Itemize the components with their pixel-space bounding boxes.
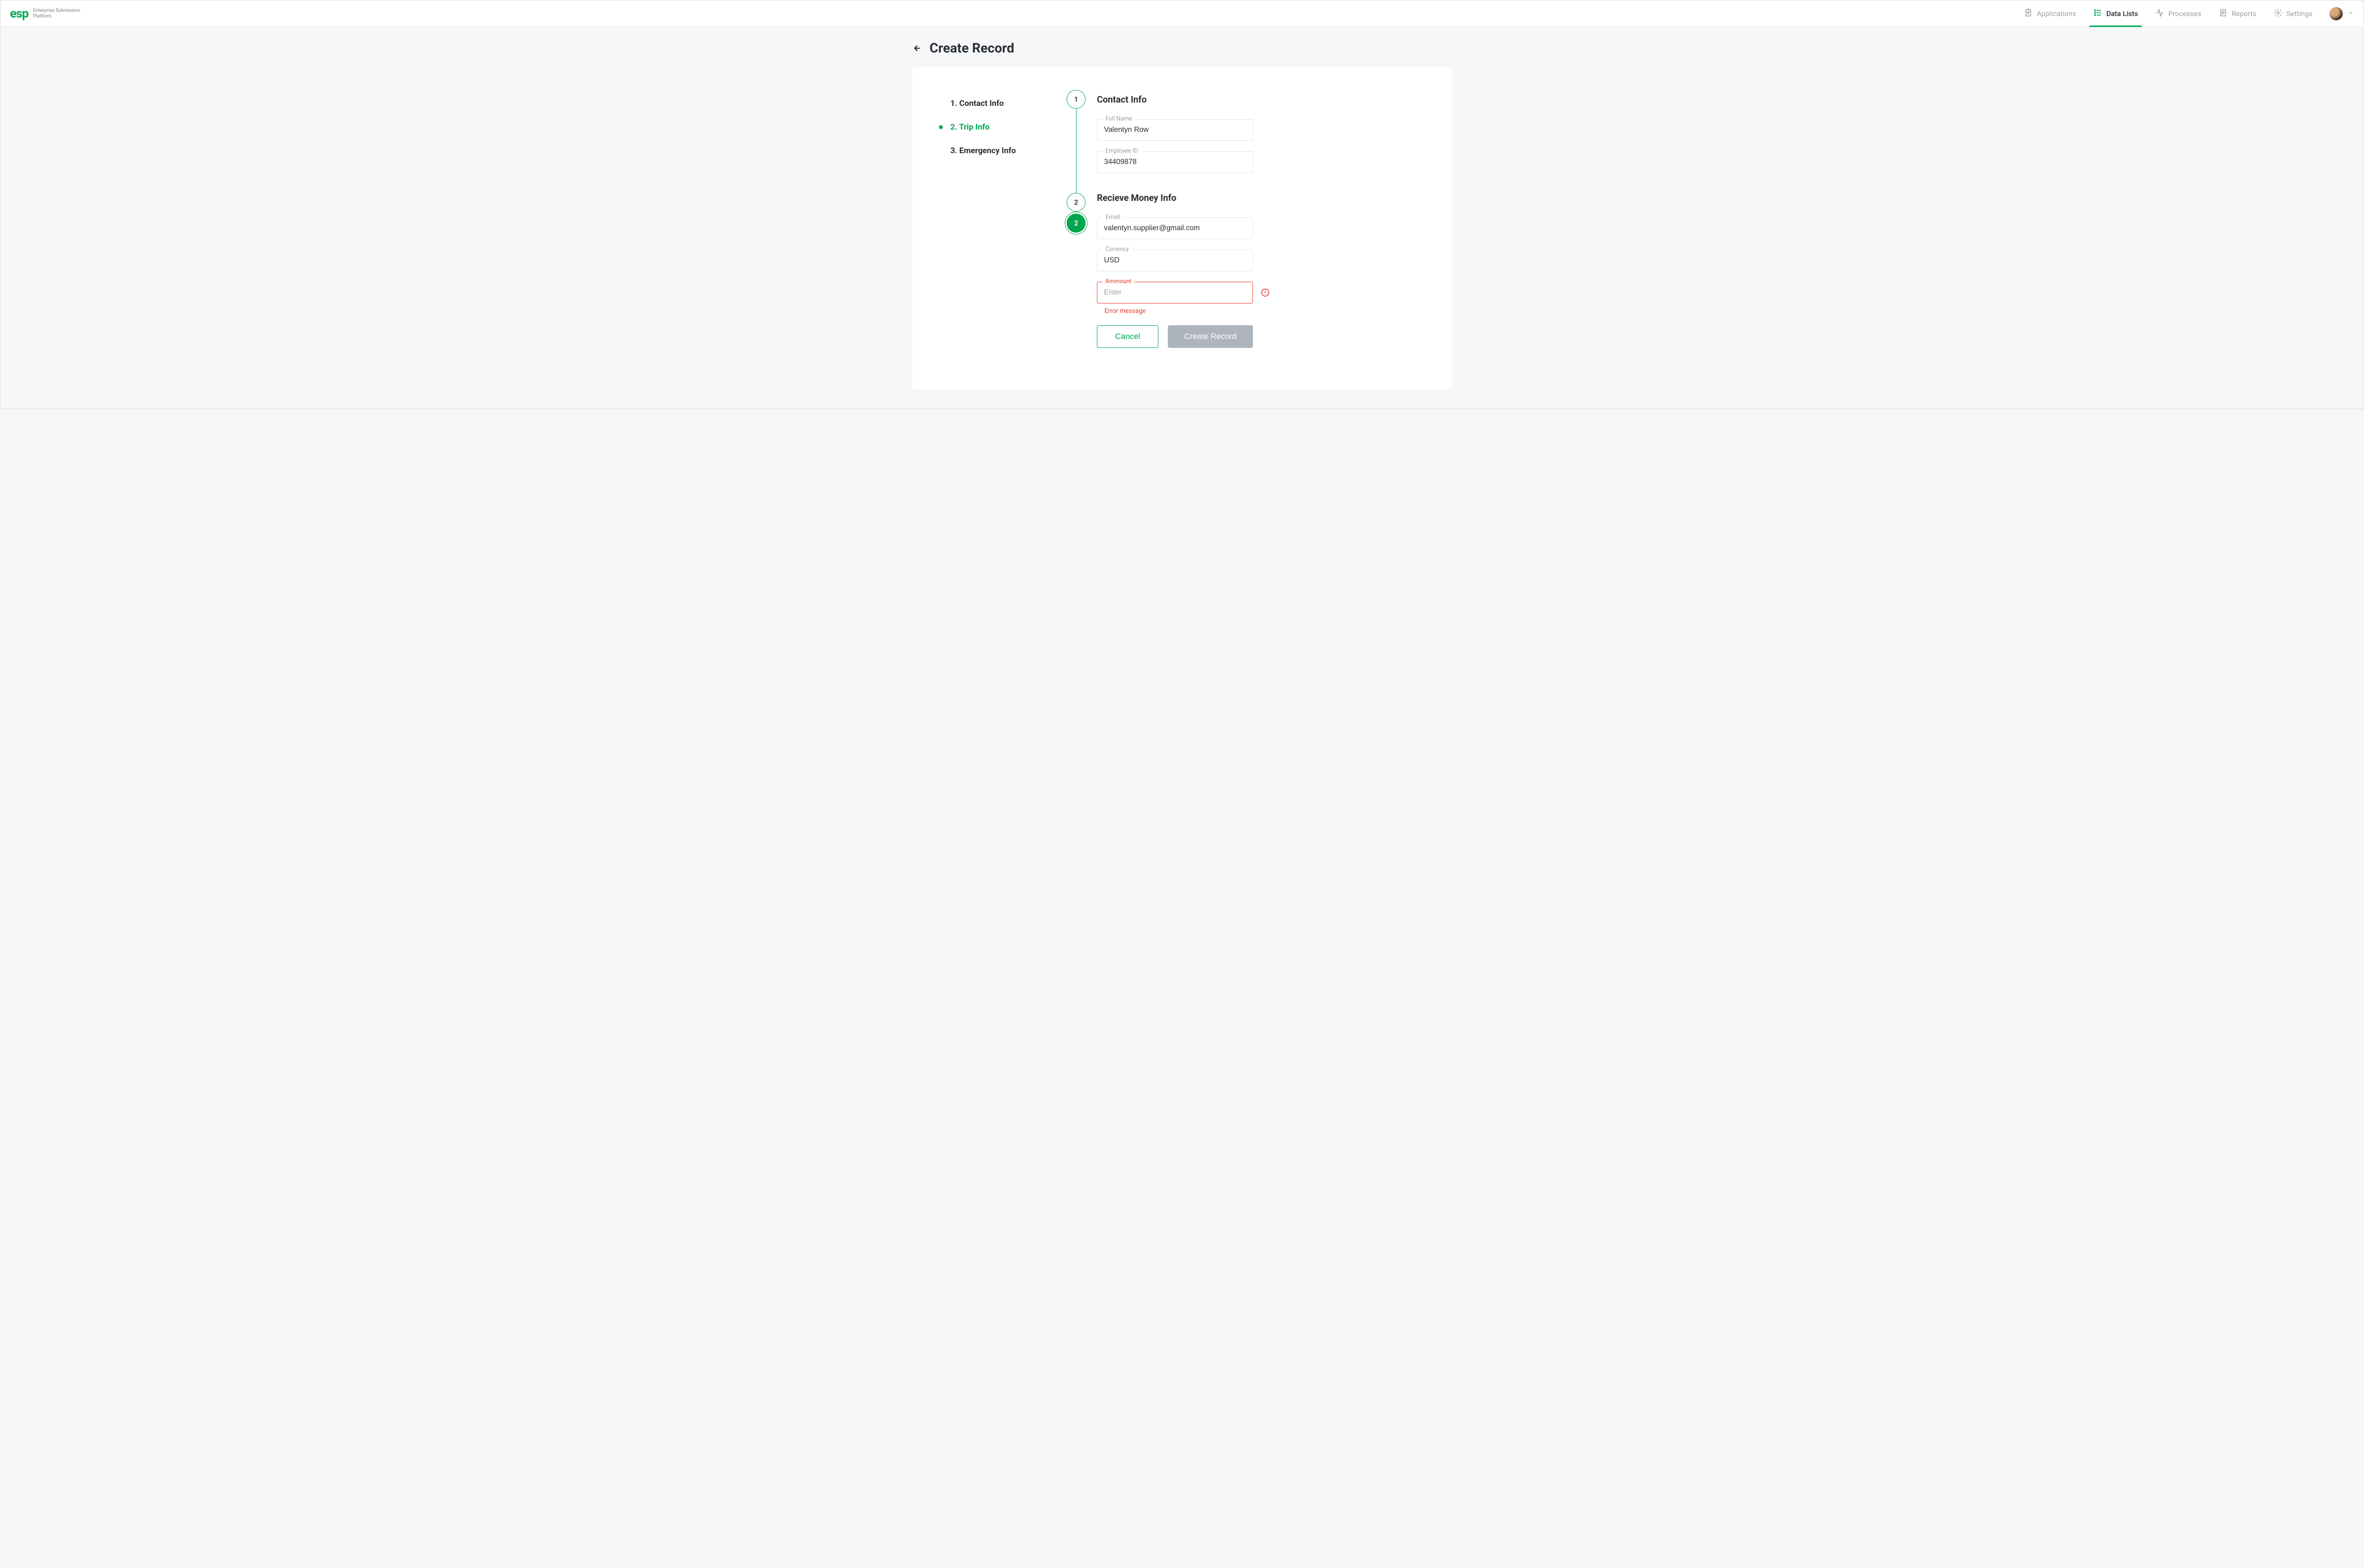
- nav-item-settings[interactable]: Settings: [2265, 0, 2321, 27]
- nav-item-data-lists[interactable]: Data Lists: [2085, 0, 2147, 27]
- field-label: Ammount: [1103, 278, 1134, 285]
- field-email: Email: [1097, 217, 1253, 239]
- nav-item-applications[interactable]: Applications: [2015, 0, 2085, 27]
- field-amount: Ammount Error message: [1097, 282, 1253, 315]
- list-icon: [2093, 8, 2103, 19]
- field-employee-id: Employee ID: [1097, 151, 1253, 173]
- back-arrow-icon[interactable]: [913, 43, 923, 53]
- create-record-button[interactable]: Create Record: [1168, 325, 1253, 348]
- clipboard-icon: [2024, 8, 2033, 19]
- avatar: [2329, 7, 2343, 20]
- step-marker-1: 1: [1067, 90, 1086, 109]
- brand-logo: esp: [10, 7, 28, 21]
- section-receive-money-info: Recieve Money Info Email Currency Ammoun…: [1097, 188, 1253, 348]
- error-message: Error message: [1097, 307, 1253, 315]
- nav-item-processes[interactable]: Processes: [2147, 0, 2210, 27]
- side-step-contact-info[interactable]: 1. Contact Info: [939, 92, 1062, 115]
- nav-item-reports[interactable]: Reports: [2210, 0, 2265, 27]
- field-label: Employee ID: [1103, 147, 1141, 155]
- error-info-icon: [1260, 288, 1270, 297]
- gear-icon: [2273, 8, 2283, 19]
- field-label: Email: [1103, 214, 1123, 221]
- timeline: 1 2 2: [1067, 90, 1086, 363]
- form-actions: Cancel Create Record: [1097, 325, 1253, 348]
- step-marker-2: 2: [1067, 193, 1086, 212]
- activity-icon: [2155, 8, 2164, 19]
- side-steps: 1. Contact Info 2. Trip Info 3. Emergenc…: [939, 90, 1062, 363]
- field-full-name: Full Name: [1097, 119, 1253, 141]
- field-label: Currency: [1103, 246, 1131, 253]
- side-step-emergency-info[interactable]: 3. Emergency Info: [939, 139, 1062, 163]
- field-label: Full Name: [1103, 115, 1135, 122]
- brand: esp Enterprise Submission Platform: [10, 7, 80, 21]
- section-contact-info: Contact Info Full Name Employee ID: [1097, 90, 1253, 173]
- file-icon: [2218, 8, 2228, 19]
- cancel-button[interactable]: Cancel: [1097, 325, 1158, 348]
- app-header: esp Enterprise Submission Platform Appli…: [0, 0, 2364, 27]
- step-marker-2-active: 2: [1067, 214, 1086, 233]
- field-currency: Currency: [1097, 250, 1253, 271]
- active-dot-icon: [939, 125, 943, 129]
- form-card: 1. Contact Info 2. Trip Info 3. Emergenc…: [913, 67, 1451, 390]
- section-title-receive-money-info: Recieve Money Info: [1097, 188, 1253, 207]
- page-title: Create Record: [930, 40, 1014, 56]
- side-step-trip-info[interactable]: 2. Trip Info: [939, 115, 1062, 139]
- brand-subtitle: Enterprise Submission Platform: [33, 8, 80, 19]
- section-title-contact-info: Contact Info: [1097, 90, 1253, 109]
- top-nav: Applications Data Lists Processes Report…: [2015, 0, 2321, 27]
- page-title-row: Create Record: [913, 40, 1451, 56]
- timeline-line: [1076, 109, 1077, 193]
- profile-menu[interactable]: [2329, 7, 2354, 20]
- chevron-down-icon: [2347, 9, 2354, 18]
